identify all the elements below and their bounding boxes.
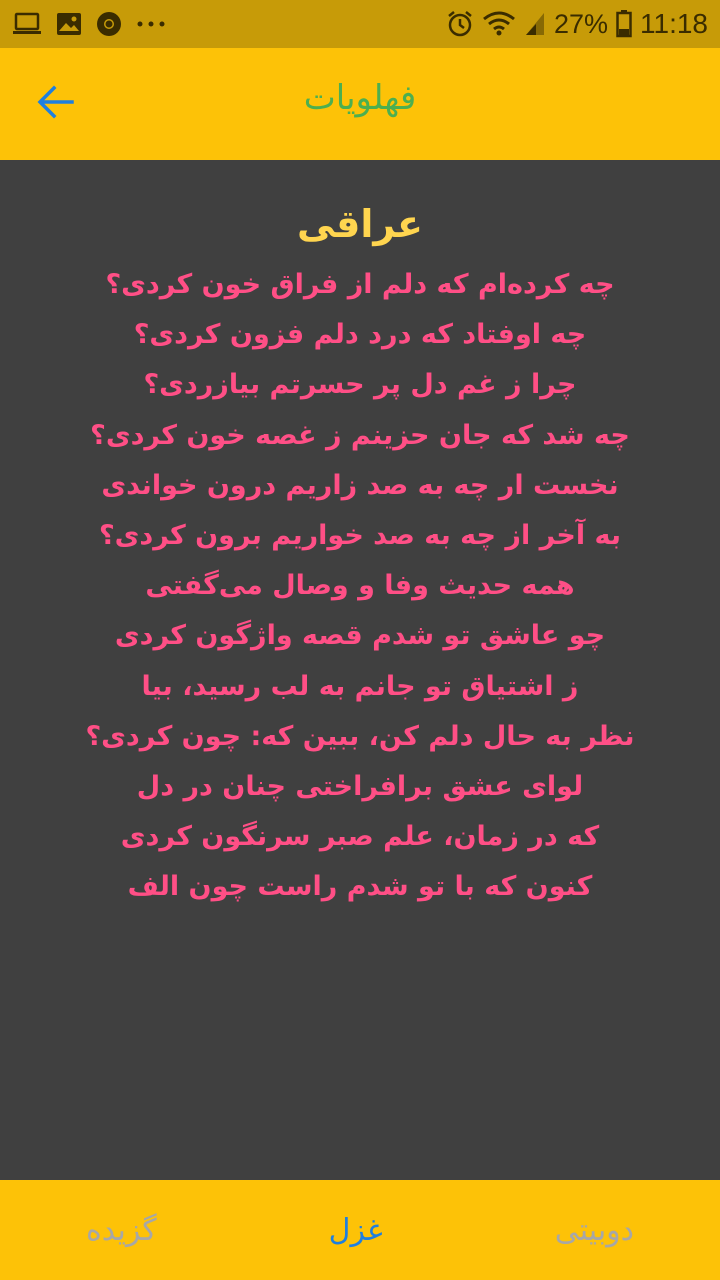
nav-tab-gozideh[interactable]: گزیده — [66, 1203, 177, 1258]
verse-line: چه شد که جان حزینم ز غصه خون کردی؟ — [90, 419, 630, 451]
nav-tab-ghazal[interactable]: غزل — [309, 1203, 403, 1258]
verse-list: چه کرده‌ام که دلم از فراق خون کردی؟ چه ا… — [0, 260, 720, 912]
status-bar: 27% 11:18 — [0, 0, 720, 48]
bottom-navigation: گزیده غزل دوبیتی — [0, 1180, 720, 1280]
verse-line: چرا ز غم دل پر حسرتم بیازردی؟ — [143, 369, 577, 401]
laptop-icon — [12, 12, 42, 36]
nav-tab-dobeyti[interactable]: دوبیتی — [535, 1203, 654, 1258]
status-left-icons — [12, 11, 166, 37]
verse-line: ز اشتیاق تو جانم به لب رسید، بیا — [141, 670, 579, 702]
battery-icon — [616, 10, 632, 38]
chrome-icon — [96, 11, 122, 37]
verse-line: چه کرده‌ام که دلم از فراق خون کردی؟ — [105, 269, 615, 300]
app-title: فهلویات — [303, 78, 417, 118]
wifi-icon — [482, 11, 516, 37]
poem-title: عراقی — [297, 202, 423, 246]
app-bar: فهلویات — [0, 48, 720, 160]
verse-line: به آخر از چه به صد خواریم برون کردی؟ — [98, 519, 622, 551]
verse-line: نظر به حال دلم کن، ببین که: چون کردی؟ — [85, 720, 635, 752]
clock: 11:18 — [640, 8, 708, 39]
signal-icon — [524, 11, 546, 37]
verse-line: کنون که با تو شدم راست چون الف — [127, 871, 593, 903]
alarm-icon — [446, 10, 474, 38]
verse-line: نخست ار چه به صد زاریم درون خواندی — [101, 469, 619, 501]
verse-line: که در زمان، علم صبر سرنگون کردی — [120, 821, 600, 853]
verse-line: چو عاشق تو شدم قصه واژگون کردی — [114, 620, 606, 652]
verse-line: چه اوفتاد که درد دلم فزون کردی؟ — [133, 319, 587, 351]
image-icon — [56, 12, 82, 36]
battery-percent: 27% — [553, 8, 608, 39]
verse-line: همه حدیث وفا و وصال می‌گفتی — [145, 570, 575, 602]
status-right-icons: 27% 11:18 — [446, 8, 708, 40]
verse-line: لوای عشق برافراختی چنان در دل — [136, 770, 584, 802]
more-icon — [136, 19, 166, 29]
poem-content: عراقی چه کرده‌ام که دلم از فراق خون کردی… — [0, 160, 720, 1180]
